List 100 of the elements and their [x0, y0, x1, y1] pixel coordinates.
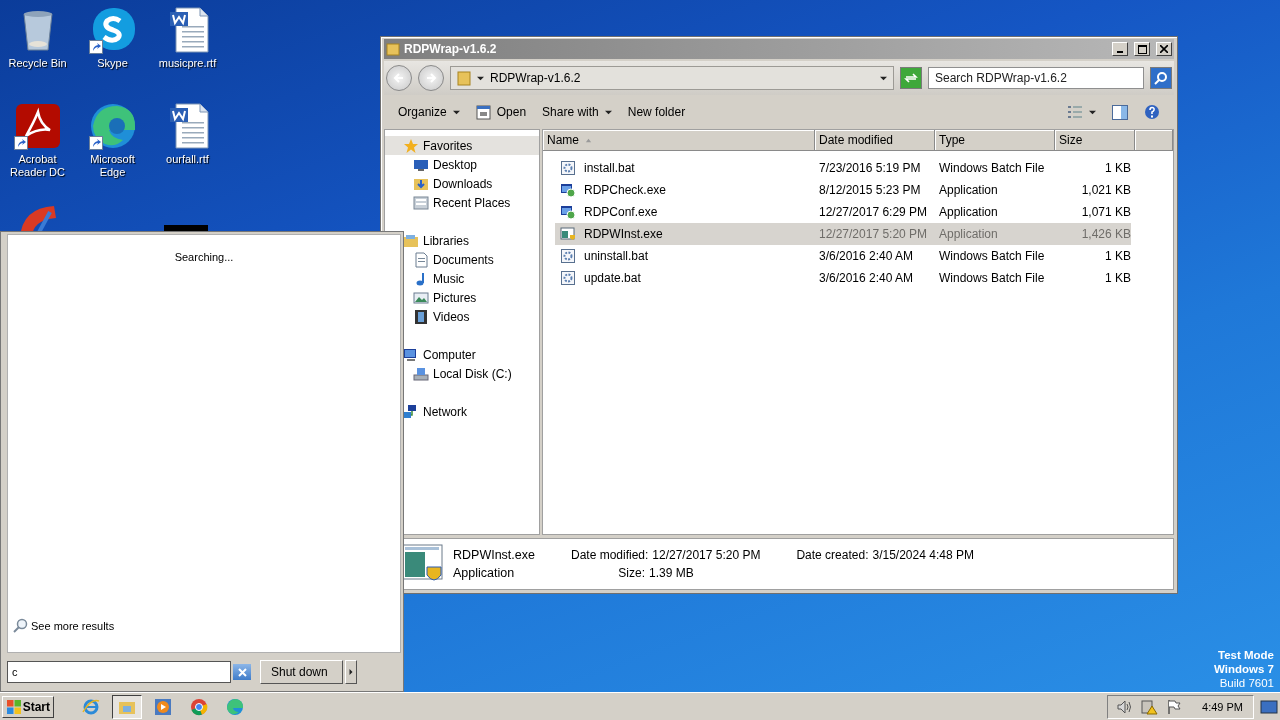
maximize-button[interactable]	[1134, 42, 1150, 56]
date-cell-text: 3/6/2016 2:40 AM	[818, 271, 915, 285]
desktop-icon-label[interactable]: Microsoft Edge	[76, 153, 149, 179]
program-icon	[560, 182, 576, 198]
os-notice-text: Build 7601	[1219, 676, 1274, 690]
picture-icon	[413, 289, 429, 306]
app-icon	[163, 225, 208, 231]
size-cell-text: 1 KB	[1104, 271, 1131, 285]
toolbar-button[interactable]: Open	[469, 100, 533, 124]
file-row[interactable]: RDPCheck.exe 8/12/2015 5:23 PM Application 1,021 KB	[555, 179, 1131, 201]
file-name: RDPWInst.exe	[453, 548, 535, 562]
pane-icon	[1112, 104, 1128, 120]
close-button[interactable]	[1156, 42, 1172, 56]
file-type: Application	[453, 566, 516, 580]
file-name: uninstall.bat	[583, 249, 649, 263]
column-header[interactable]: Date modified	[815, 130, 935, 151]
chrome-browser-icon	[190, 697, 208, 716]
search-field[interactable]: Search RDPWrap-v1.6.2	[928, 67, 1144, 89]
caret-icon	[452, 108, 460, 116]
speaker-icon[interactable]	[1116, 698, 1133, 715]
close-icon	[1160, 45, 1168, 53]
library-icon	[403, 232, 419, 249]
detail-field: Size: 1.39 MB	[570, 566, 761, 580]
nav-item[interactable]: Music	[385, 269, 539, 288]
type-cell-text: Windows Batch File	[938, 161, 1046, 175]
column-header[interactable]: Name	[543, 130, 815, 151]
show-desktop-icon[interactable]	[1260, 698, 1278, 715]
see-more-results-link[interactable]: See more results	[12, 618, 115, 634]
edge-browser-icon	[226, 697, 244, 716]
refresh-button[interactable]	[900, 67, 922, 89]
gear-file-icon	[560, 270, 576, 286]
nav-item[interactable]: Recent Places	[385, 193, 539, 212]
column-header	[1135, 130, 1173, 151]
toolbar-menu-button[interactable]: Organize	[392, 100, 466, 124]
date-cell-text: 8/12/2015 5:23 PM	[818, 183, 922, 197]
film-icon	[413, 308, 429, 325]
shut-down-button[interactable]: Shut down	[260, 660, 343, 684]
star-icon	[403, 137, 419, 154]
address-bar[interactable]: RDPWrap-v1.6.2	[450, 66, 894, 90]
nav-item[interactable]: Videos	[385, 307, 539, 326]
help-icon	[1144, 104, 1160, 120]
clear-button[interactable]	[233, 664, 251, 680]
size-cell-text: 1,021 KB	[1080, 183, 1131, 197]
nav-item[interactable]: Desktop	[385, 155, 539, 174]
gear-file-icon	[560, 160, 576, 176]
type-cell-text: Windows Batch File	[938, 249, 1046, 263]
file-row[interactable]: update.bat 3/6/2016 2:40 AM Windows Batch File 1 KB	[555, 267, 1131, 289]
nav-item[interactable]: Network	[385, 402, 539, 421]
nav-item[interactable]: Favorites	[385, 136, 539, 155]
file-row[interactable]: uninstall.bat 3/6/2016 2:40 AM Windows Batch File 1 KB	[555, 245, 1131, 267]
nav-item[interactable]: Libraries	[385, 231, 539, 250]
date-cell-text: 12/27/2017 6:29 PM	[818, 205, 929, 219]
media-player-icon	[154, 697, 172, 716]
toolbar-menu-button[interactable]: Share with	[536, 100, 618, 124]
detail-field: Date created: 3/15/2024 4:48 PM	[796, 548, 974, 562]
caret-icon	[347, 669, 354, 675]
window-icon	[475, 104, 491, 120]
nav-item[interactable]: Documents	[385, 250, 539, 269]
back-button[interactable]	[386, 65, 412, 91]
nav-item[interactable]: Downloads	[385, 174, 539, 193]
file-row[interactable]: install.bat 7/23/2016 5:19 PM Windows Batch File 1 KB	[555, 157, 1131, 179]
start-button[interactable]: Start	[2, 695, 54, 718]
clock[interactable]: 4:49 PM	[1202, 700, 1243, 713]
pdf-reader-icon	[13, 102, 62, 150]
date-cell-text: 3/6/2016 2:40 AM	[818, 249, 915, 263]
desktop-icon-label[interactable]: Acrobat Reader DC	[1, 153, 74, 179]
minimize-button[interactable]	[1112, 42, 1128, 56]
file-row[interactable]: RDPConf.exe 12/27/2017 6:29 PM Application 1,071 KB	[555, 201, 1131, 223]
ie-browser-icon	[82, 697, 100, 716]
type-cell-text: Windows Batch File	[938, 271, 1046, 285]
column-header[interactable]: Type	[935, 130, 1055, 151]
close-icon	[237, 667, 247, 677]
forward-button[interactable]	[418, 65, 444, 91]
caret-icon	[477, 74, 484, 82]
desktop-icon-label[interactable]: ourfall.rtf	[151, 153, 224, 166]
document-icon	[413, 251, 429, 268]
os-notice-text: Test Mode	[1218, 648, 1274, 662]
file-name: update.bat	[583, 271, 641, 285]
file-name: install.bat	[583, 161, 635, 175]
flag-icon[interactable]	[1166, 698, 1183, 715]
desktop-icon-label[interactable]: Recycle Bin	[1, 57, 74, 70]
search-button[interactable]	[1150, 67, 1172, 89]
gear-file-icon	[560, 248, 576, 264]
nav-item[interactable]: Computer	[385, 345, 539, 364]
nav-item[interactable]: Pictures	[385, 288, 539, 307]
file-row[interactable]: RDPWInst.exe 12/27/2017 5:20 PM Application 1,426 KB	[555, 223, 1131, 245]
desktop-icon-label[interactable]: musicpre.rtf	[151, 57, 224, 70]
column-header[interactable]: Size	[1055, 130, 1135, 151]
toolbar-button[interactable]: New folder	[621, 100, 692, 124]
desktop-icon-label[interactable]: Skype	[76, 57, 149, 70]
shut-down-options-button[interactable]	[344, 660, 357, 684]
back-arrow-icon	[393, 72, 405, 84]
search-icon	[12, 618, 28, 634]
taskbar-app-button[interactable]	[112, 694, 142, 719]
file-name: RDPCheck.exe	[583, 183, 667, 197]
size-cell-text: 1 KB	[1104, 249, 1131, 263]
network-warning-icon[interactable]	[1140, 698, 1159, 715]
size-cell-text: 1,071 KB	[1080, 205, 1131, 219]
search-field[interactable]: c	[7, 661, 231, 683]
nav-item[interactable]: Local Disk (C:)	[385, 364, 539, 383]
